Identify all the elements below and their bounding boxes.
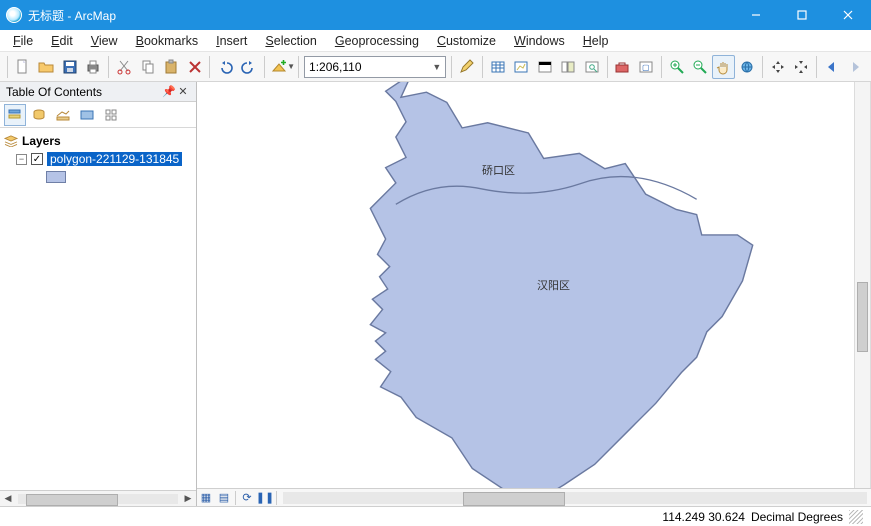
status-units: Decimal Degrees — [751, 510, 843, 524]
new-doc-icon[interactable] — [11, 55, 35, 79]
attribute-icon[interactable] — [533, 55, 557, 79]
open-folder-icon[interactable] — [35, 55, 59, 79]
map-scale-input[interactable]: 1:206,110 ▼ — [304, 56, 446, 78]
toc-toolstrip — [0, 102, 196, 128]
menu-geoprocessing[interactable]: Geoprocessing — [326, 32, 428, 50]
pin-icon[interactable]: 📌 — [162, 85, 176, 98]
pan-icon[interactable] — [712, 55, 736, 79]
save-icon[interactable] — [58, 55, 82, 79]
refresh-icon[interactable]: ⟳ — [238, 490, 256, 506]
chart-icon[interactable] — [509, 55, 533, 79]
zoom-in-icon[interactable] — [665, 55, 689, 79]
options-icon[interactable] — [100, 104, 122, 126]
go-forward-icon[interactable] — [844, 55, 868, 79]
full-extent-icon[interactable] — [735, 55, 759, 79]
layer-row[interactable]: − ✓ polygon-221129-131845 — [2, 150, 194, 168]
dataframe-row[interactable]: Layers — [2, 132, 194, 150]
app-icon — [6, 7, 22, 23]
layer-name-selected[interactable]: polygon-221129-131845 — [47, 152, 182, 166]
cut-icon[interactable] — [112, 55, 136, 79]
dataframe-label: Layers — [22, 134, 61, 148]
list-by-selection-icon[interactable] — [76, 104, 98, 126]
paste-icon[interactable] — [159, 55, 183, 79]
menu-bookmarks[interactable]: Bookmarks — [127, 32, 208, 50]
map-canvas[interactable]: 硚口区 汉阳区 — [197, 82, 871, 488]
maximize-button[interactable] — [779, 0, 825, 30]
map-svg — [197, 82, 870, 488]
toc-panel: Table Of Contents 📌 ✕ Layers − ✓ polygon… — [0, 82, 197, 506]
layer-visibility-checkbox[interactable]: ✓ — [31, 153, 43, 165]
search-window-icon[interactable] — [580, 55, 604, 79]
fixed-zoom-out-icon[interactable] — [790, 55, 814, 79]
map-vscrollbar[interactable] — [854, 82, 870, 488]
map-hscrollbar[interactable] — [283, 492, 867, 504]
menu-windows[interactable]: Windows — [505, 32, 574, 50]
minimize-button[interactable] — [733, 0, 779, 30]
menu-bar: File Edit View Bookmarks Insert Selectio… — [0, 30, 871, 52]
toc-header: Table Of Contents 📌 ✕ — [0, 82, 196, 102]
menu-file[interactable]: File — [4, 32, 42, 50]
catalog-icon[interactable] — [557, 55, 581, 79]
toc-tree[interactable]: Layers − ✓ polygon-221129-131845 — [0, 128, 196, 490]
go-back-icon[interactable] — [820, 55, 844, 79]
label-hanyang: 汉阳区 — [537, 277, 570, 293]
toc-title: Table Of Contents — [6, 85, 162, 99]
status-bar: 114.249 30.624 Decimal Degrees — [0, 506, 871, 526]
layers-icon — [4, 135, 18, 147]
copy-icon[interactable] — [136, 55, 160, 79]
close-button[interactable] — [825, 0, 871, 30]
collapse-icon[interactable]: − — [16, 154, 27, 165]
editor-icon[interactable] — [455, 55, 479, 79]
delete-icon[interactable] — [183, 55, 207, 79]
main-area: Table Of Contents 📌 ✕ Layers − ✓ polygon… — [0, 82, 871, 506]
redo-icon[interactable] — [237, 55, 261, 79]
menu-view[interactable]: View — [82, 32, 127, 50]
list-by-visibility-icon[interactable] — [52, 104, 74, 126]
title-bar: 无标题 - ArcMap — [0, 0, 871, 30]
fixed-zoom-in-icon[interactable] — [766, 55, 790, 79]
toc-hscrollbar[interactable]: ◀▶ — [0, 490, 196, 506]
menu-edit[interactable]: Edit — [42, 32, 82, 50]
close-panel-icon[interactable]: ✕ — [176, 85, 190, 98]
chevron-down-icon[interactable]: ▼ — [432, 62, 441, 72]
layout-view-icon[interactable]: ▤ — [215, 490, 233, 506]
svg-text:▢: ▢ — [642, 63, 650, 72]
print-icon[interactable] — [82, 55, 106, 79]
map-view-bar: ▦ ▤ ⟳ ❚❚ — [197, 488, 871, 506]
zoom-out-icon[interactable] — [688, 55, 712, 79]
label-qiaokou: 硚口区 — [482, 162, 515, 178]
undo-icon[interactable] — [213, 55, 237, 79]
window-title: 无标题 - ArcMap — [28, 7, 116, 24]
map-area: 硚口区 汉阳区 ▦ ▤ ⟳ ❚❚ — [197, 82, 871, 506]
toolbox-icon[interactable] — [611, 55, 635, 79]
list-by-source-icon[interactable] — [28, 104, 50, 126]
table-icon[interactable] — [486, 55, 510, 79]
pause-drawing-icon[interactable]: ❚❚ — [256, 490, 274, 506]
map-scale-value: 1:206,110 — [309, 60, 362, 74]
list-by-drawing-order-icon[interactable] — [4, 104, 26, 126]
menu-insert[interactable]: Insert — [207, 32, 256, 50]
menu-help[interactable]: Help — [574, 32, 618, 50]
symbol-swatch[interactable] — [46, 171, 66, 183]
resize-grip-icon[interactable] — [849, 510, 863, 524]
menu-selection[interactable]: Selection — [256, 32, 325, 50]
menu-customize[interactable]: Customize — [428, 32, 505, 50]
symbol-row[interactable] — [2, 168, 194, 186]
python-icon[interactable]: ▢ — [634, 55, 658, 79]
data-view-icon[interactable]: ▦ — [197, 490, 215, 506]
standard-toolbar: ▼ 1:206,110 ▼ ▢ — [0, 52, 871, 82]
status-coordinates: 114.249 30.624 — [662, 510, 745, 524]
